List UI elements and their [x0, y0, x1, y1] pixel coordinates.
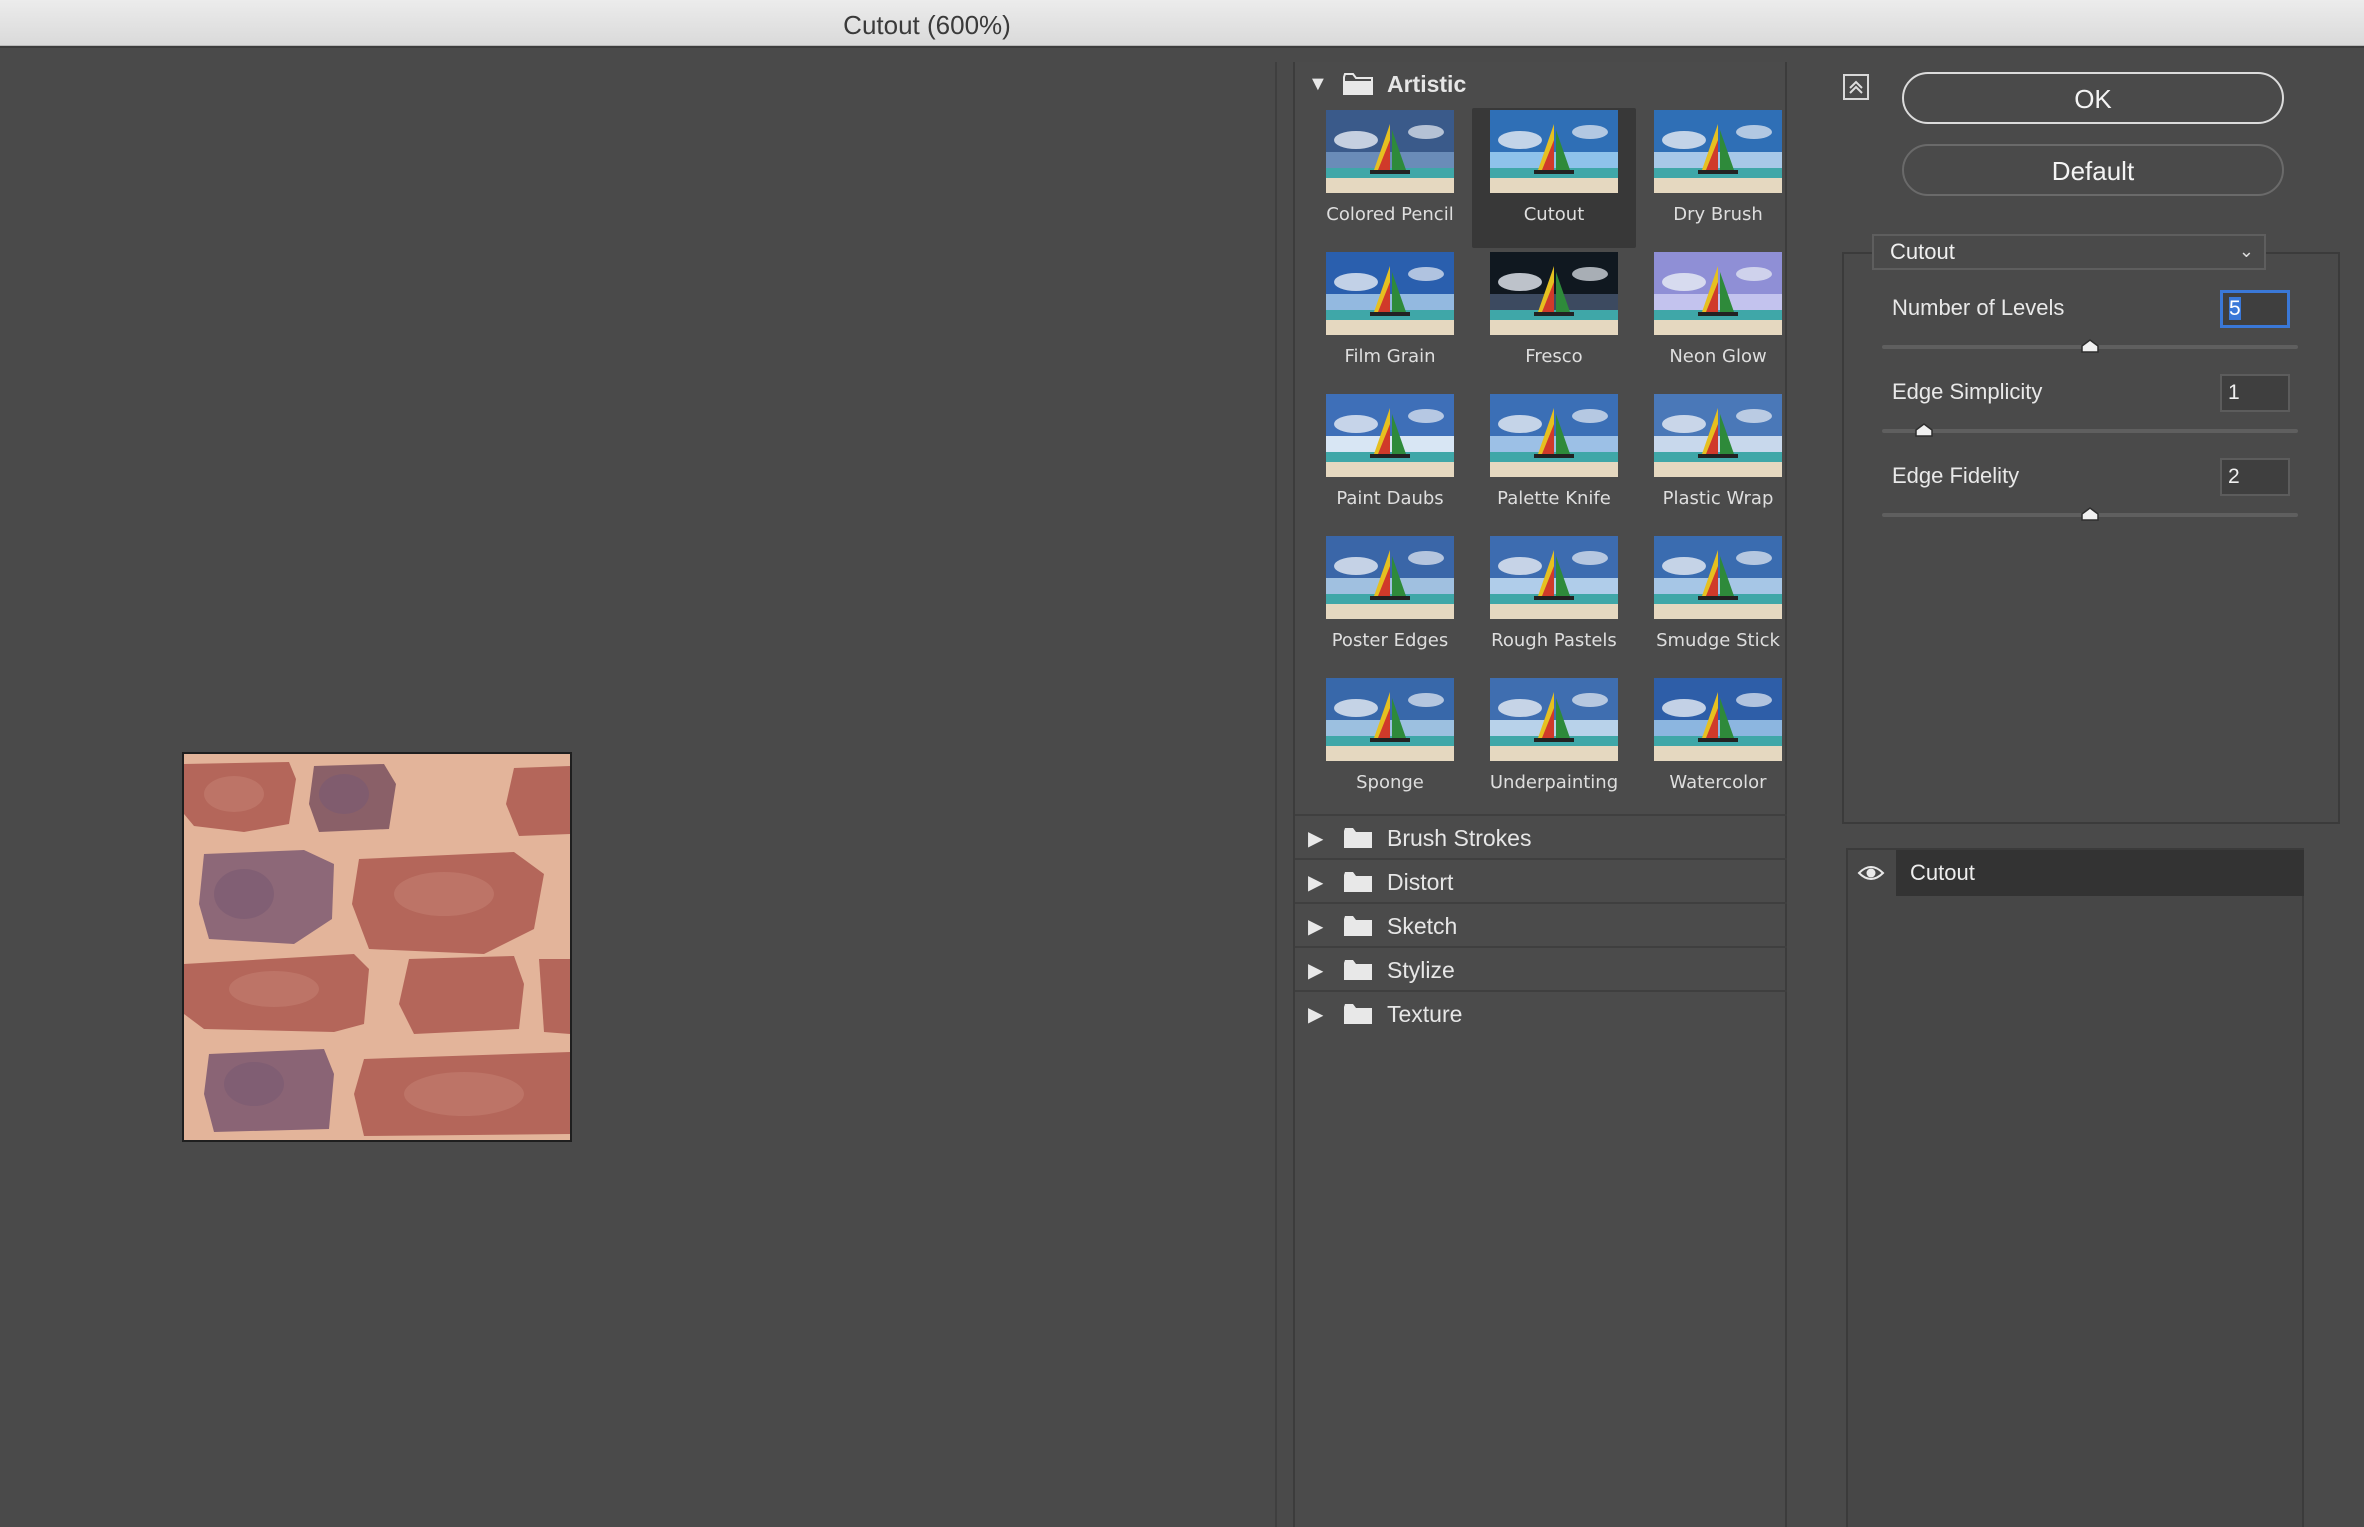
group-label: Texture — [1387, 1000, 1463, 1027]
group-distort[interactable]: ▶ Distort — [1295, 858, 1787, 904]
param-label-simplicity: Edge Simplicity — [1892, 379, 2043, 404]
divider — [0, 46, 2364, 48]
filter-preview-image — [1326, 536, 1454, 619]
filter-select-value: Cutout — [1890, 239, 1955, 264]
filter-thumb-fresco[interactable]: Fresco — [1472, 250, 1636, 390]
filter-thumb-label: Paint Daubs — [1336, 488, 1444, 509]
slider-thumb[interactable] — [2081, 507, 2099, 521]
chevron-down-icon: ⌄ — [2238, 241, 2254, 261]
filter-thumb-label: Cutout — [1523, 204, 1585, 225]
ok-button[interactable]: OK — [1902, 72, 2284, 124]
folder-icon — [1344, 872, 1372, 892]
folder-icon — [1343, 73, 1373, 95]
group-label: Sketch — [1387, 912, 1458, 939]
filter-preview-image — [1490, 252, 1618, 335]
filter-thumb-label: Neon Glow — [1669, 346, 1767, 367]
effect-layers-panel: Cutout — [1846, 848, 2304, 1527]
filter-thumb-label: Film Grain — [1344, 346, 1436, 367]
edge-simplicity-slider[interactable] — [1882, 429, 2298, 433]
collapse-panel-icon[interactable] — [1843, 74, 1869, 100]
triangle-right-icon: ▶ — [1308, 871, 1324, 894]
effect-layer-name: Cutout — [1896, 850, 2304, 896]
filter-thumb-poster-edges[interactable]: Poster Edges — [1308, 534, 1472, 674]
group-artistic[interactable]: ▼ Artistic — [1295, 62, 1787, 106]
group-label: Brush Strokes — [1387, 824, 1532, 851]
filter-thumb-label: Colored Pencil — [1326, 204, 1454, 225]
filter-thumb-sponge[interactable]: Sponge — [1308, 676, 1472, 816]
folder-icon — [1344, 828, 1372, 848]
default-button[interactable]: Default — [1902, 144, 2284, 196]
panel-divider[interactable] — [1275, 62, 1277, 1527]
param-label-levels: Number of Levels — [1892, 295, 2065, 320]
group-label: Artistic — [1387, 70, 1467, 97]
filter-thumb-label: Palette Knife — [1497, 488, 1611, 509]
group-texture[interactable]: ▶ Texture — [1295, 990, 1787, 1036]
filter-thumb-palette-knife[interactable]: Palette Knife — [1472, 392, 1636, 532]
filter-preview-image — [1490, 536, 1618, 619]
filter-preview-image — [1654, 678, 1782, 761]
filter-thumb-label: Dry Brush — [1673, 204, 1763, 225]
filter-gallery[interactable]: ▼ Artistic Colored Pencil Cutout Dry Brush… — [1293, 62, 1787, 1527]
slider-thumb[interactable] — [2081, 339, 2099, 353]
filter-preview-image — [1654, 536, 1782, 619]
triangle-right-icon: ▶ — [1308, 915, 1324, 938]
filter-preview-image — [1490, 110, 1618, 193]
eye-icon[interactable] — [1848, 850, 1894, 896]
group-label: Stylize — [1387, 956, 1455, 983]
number-of-levels-input[interactable]: 5 — [2220, 290, 2290, 328]
filter-thumb-cutout[interactable]: Cutout — [1472, 108, 1636, 248]
filter-thumb-paint-daubs[interactable]: Paint Daubs — [1308, 392, 1472, 532]
effect-layer[interactable]: Cutout — [1848, 850, 2304, 896]
filter-thumb-label: Smudge Stick — [1656, 630, 1780, 651]
filter-preview-image — [1654, 252, 1782, 335]
window-title: Cutout (600%) — [843, 10, 1011, 40]
preview-image — [182, 752, 572, 1142]
group-label: Distort — [1387, 868, 1454, 895]
filter-thumb-colored-pencil[interactable]: Colored Pencil — [1308, 108, 1472, 248]
folder-icon — [1344, 1004, 1372, 1024]
filter-thumb-rough-pastels[interactable]: Rough Pastels — [1472, 534, 1636, 674]
filter-select[interactable]: Cutout ⌄ — [1872, 234, 2266, 270]
filter-thumb-label: Fresco — [1525, 346, 1583, 367]
filter-thumb-smudge-stick[interactable]: Smudge Stick — [1636, 534, 1800, 674]
param-label-fidelity: Edge Fidelity — [1892, 463, 2020, 488]
brick-texture-image — [184, 754, 570, 1140]
title-bar: Cutout (600%) — [0, 0, 2364, 46]
filter-preview-image — [1654, 394, 1782, 477]
filter-thumb-label: Watercolor — [1669, 772, 1767, 793]
filter-preview-image — [1654, 110, 1782, 193]
triangle-right-icon: ▶ — [1308, 959, 1324, 982]
edge-fidelity-input[interactable]: 2 — [2220, 458, 2290, 496]
filter-thumb-label: Underpainting — [1489, 772, 1619, 793]
filter-thumbnails: Colored Pencil Cutout Dry Brush Film Grain F… — [1308, 108, 1782, 852]
triangle-down-icon: ▼ — [1308, 72, 1328, 95]
filter-preview-image — [1490, 678, 1618, 761]
folder-icon — [1344, 960, 1372, 980]
filter-thumb-label: Plastic Wrap — [1662, 488, 1774, 509]
filter-thumb-plastic-wrap[interactable]: Plastic Wrap — [1636, 392, 1800, 532]
group-stylize[interactable]: ▶ Stylize — [1295, 946, 1787, 992]
filter-thumb-film-grain[interactable]: Film Grain — [1308, 250, 1472, 390]
slider-thumb[interactable] — [1914, 423, 1933, 437]
folder-icon — [1344, 916, 1372, 936]
filter-thumb-dry-brush[interactable]: Dry Brush — [1636, 108, 1800, 248]
group-brush-strokes[interactable]: ▶ Brush Strokes — [1295, 814, 1787, 860]
filter-thumb-label: Rough Pastels — [1491, 630, 1617, 651]
filter-preview-image — [1326, 678, 1454, 761]
edge-simplicity-input[interactable]: 1 — [2220, 374, 2290, 412]
filter-preview-image — [1326, 394, 1454, 477]
filter-thumb-neon-glow[interactable]: Neon Glow — [1636, 250, 1800, 390]
filter-preview-image — [1490, 394, 1618, 477]
triangle-right-icon: ▶ — [1308, 827, 1324, 850]
filter-thumb-underpainting[interactable]: Underpainting — [1472, 676, 1636, 816]
filter-settings-panel — [1842, 252, 2340, 824]
filter-thumb-label: Poster Edges — [1331, 630, 1449, 651]
triangle-right-icon: ▶ — [1308, 1003, 1324, 1026]
preview-area[interactable] — [0, 62, 1275, 1527]
filter-thumb-watercolor[interactable]: Watercolor — [1636, 676, 1800, 816]
filter-preview-image — [1326, 110, 1454, 193]
filter-preview-image — [1326, 252, 1454, 335]
group-sketch[interactable]: ▶ Sketch — [1295, 902, 1787, 948]
filter-thumb-label: Sponge — [1356, 772, 1424, 793]
